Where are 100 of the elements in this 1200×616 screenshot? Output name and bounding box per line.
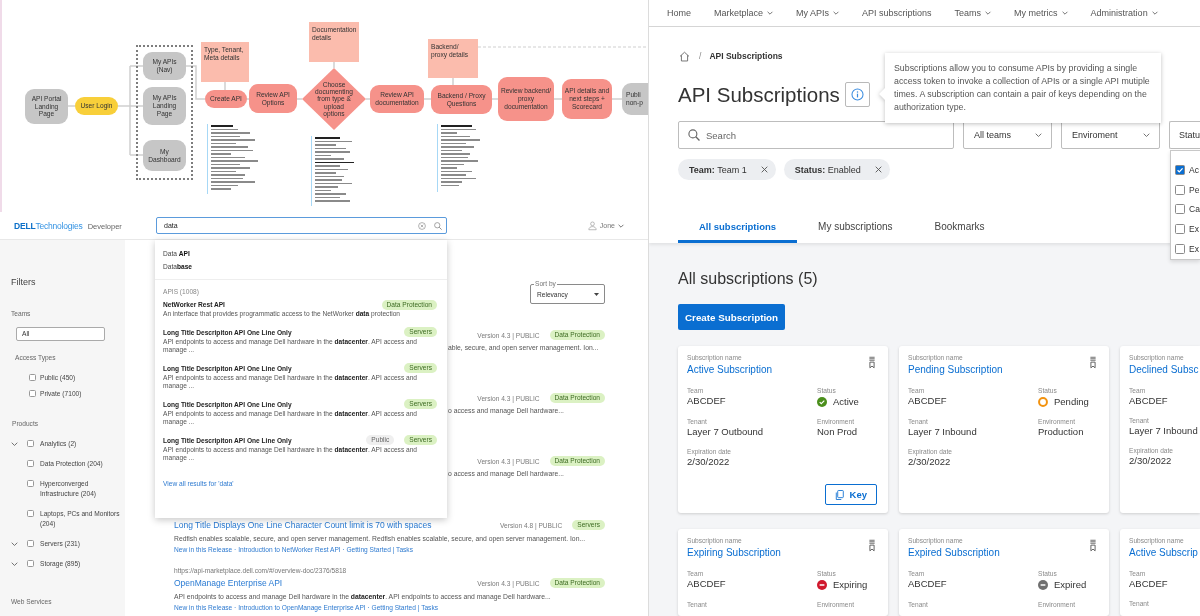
copy-icon <box>834 489 844 500</box>
search-field[interactable]: Search <box>678 121 954 149</box>
subscription-name-link[interactable]: Expired Subscription <box>908 546 1000 559</box>
checkbox[interactable] <box>1175 184 1185 195</box>
info-icon <box>850 88 864 101</box>
checkbox[interactable] <box>27 440 34 447</box>
search-icon <box>434 221 442 230</box>
notes-text-drawing <box>437 124 482 192</box>
field-value: Expiring <box>833 579 868 591</box>
checkbox[interactable] <box>27 560 34 567</box>
filter-select[interactable]: Enviroment <box>1061 121 1160 149</box>
field-value: Non Prod <box>817 426 859 438</box>
close-icon[interactable] <box>874 166 882 173</box>
option-label: Ex <box>1189 224 1199 235</box>
chevron-icon <box>1035 132 1042 138</box>
field-value: ABCDEF <box>908 578 948 590</box>
field-value: Expired <box>1054 579 1087 591</box>
field-value: 2/30/2022 <box>908 456 952 468</box>
brand-logo[interactable]: DELLTechnologies <box>14 220 83 231</box>
subscription-name-link[interactable]: Active Subscrip <box>1129 546 1198 559</box>
home-icon[interactable] <box>679 50 690 62</box>
key-button[interactable]: Key <box>824 484 877 505</box>
bookmark-icon[interactable] <box>1090 355 1096 370</box>
connector-line <box>185 65 206 100</box>
subscription-name-link[interactable]: Declined Subsc <box>1129 363 1199 376</box>
option-label: Ac <box>1189 164 1199 175</box>
subscription-name-link[interactable]: Expiring Subscription <box>687 546 781 559</box>
chevron-icon[interactable] <box>11 561 18 566</box>
filter-chip[interactable]: Team: Team 1 <box>678 159 776 180</box>
chevron-icon[interactable] <box>11 541 18 546</box>
field-value: ABCDEF <box>908 395 948 407</box>
result-title[interactable]: OpenManage Enterprise API <box>174 577 283 589</box>
chevron-icon[interactable] <box>11 441 18 446</box>
check-circle-icon <box>817 397 827 407</box>
nav-item[interactable]: My metrics <box>1014 8 1068 18</box>
filter-select[interactable]: All teams <box>963 121 1052 149</box>
breadcrumb-separator: / <box>699 51 702 61</box>
checkbox[interactable] <box>27 460 34 467</box>
field-value: Layer 7 Inbound <box>1129 425 1199 437</box>
connector-line <box>67 105 76 107</box>
checkbox[interactable] <box>27 540 34 547</box>
section-heading: All subscriptions (5) <box>678 270 819 288</box>
field-value: Production <box>1038 426 1085 438</box>
notes-text-drawing <box>207 124 260 194</box>
clear-icon[interactable] <box>418 221 426 230</box>
nav-item[interactable]: My APIs <box>796 8 840 18</box>
chevron-icon <box>1143 132 1150 138</box>
bookmark-icon[interactable] <box>869 355 875 370</box>
field-value: 2/30/2022 <box>687 456 731 468</box>
tab[interactable]: Bookmarks <box>913 212 1006 243</box>
info-button[interactable] <box>844 82 870 107</box>
field-value: ABCDEF <box>687 578 727 590</box>
connector-line <box>296 98 303 100</box>
checkbox[interactable] <box>27 480 34 487</box>
option-label: Ex <box>1189 244 1199 255</box>
nav-item[interactable]: API subscriptions <box>862 8 932 18</box>
field-value: 2/30/2022 <box>1129 455 1173 467</box>
nav-item[interactable]: Marketplace <box>714 8 774 18</box>
connector-line <box>452 77 454 86</box>
checkbox[interactable] <box>1175 224 1185 235</box>
checkbox[interactable] <box>27 510 34 517</box>
caret-icon <box>618 223 624 228</box>
user-icon <box>587 221 597 230</box>
option-label: Ca <box>1189 204 1200 215</box>
bookmark-icon[interactable] <box>869 538 875 553</box>
connector-line <box>333 61 335 69</box>
field-value: Active <box>833 396 859 408</box>
subscription-name-link[interactable]: Pending Subscription <box>908 363 1003 376</box>
subscription-name-link[interactable]: Active Subscription <box>687 363 773 376</box>
create-subscription-button[interactable]: Create Subscription <box>678 304 786 330</box>
result-title[interactable]: Long Title Displays One Line Character Count limit is 70 with spaces <box>174 519 432 531</box>
nav-item[interactable]: Administration <box>1090 8 1158 18</box>
checkbox[interactable] <box>1175 204 1185 215</box>
tab[interactable]: My subscriptions <box>797 212 914 243</box>
notes-text-drawing <box>311 136 356 206</box>
filter-select[interactable]: Statu <box>1169 121 1200 149</box>
breadcrumb-current: API Subscriptions <box>709 51 783 61</box>
nav-item[interactable]: Teams <box>954 8 992 18</box>
connector-line <box>365 98 371 100</box>
search-icon <box>688 129 700 141</box>
nav-item[interactable]: Home <box>667 8 691 18</box>
connector-line <box>491 98 499 100</box>
field-value: Layer 7 Outbound <box>687 426 765 438</box>
minus-circle-icon <box>817 580 827 590</box>
minus-circle-icon <box>1038 580 1048 590</box>
field-value: ABCDEF <box>1129 395 1169 407</box>
bookmark-icon[interactable] <box>1090 538 1096 553</box>
connector-line <box>553 98 563 100</box>
connector-line <box>423 98 432 100</box>
filter-chip[interactable]: Status: Enabled <box>783 159 890 180</box>
close-icon[interactable] <box>760 166 768 173</box>
checkbox[interactable] <box>29 390 36 397</box>
field-value: ABCDEF <box>1129 578 1169 590</box>
checkbox[interactable] <box>1175 164 1185 175</box>
connector-line <box>611 98 623 100</box>
page-title: API Subscriptions <box>678 82 840 107</box>
checkbox[interactable] <box>1175 244 1185 255</box>
checkbox[interactable] <box>29 374 36 381</box>
field-value: Pending <box>1054 396 1089 408</box>
option-label: Pe <box>1189 184 1200 195</box>
